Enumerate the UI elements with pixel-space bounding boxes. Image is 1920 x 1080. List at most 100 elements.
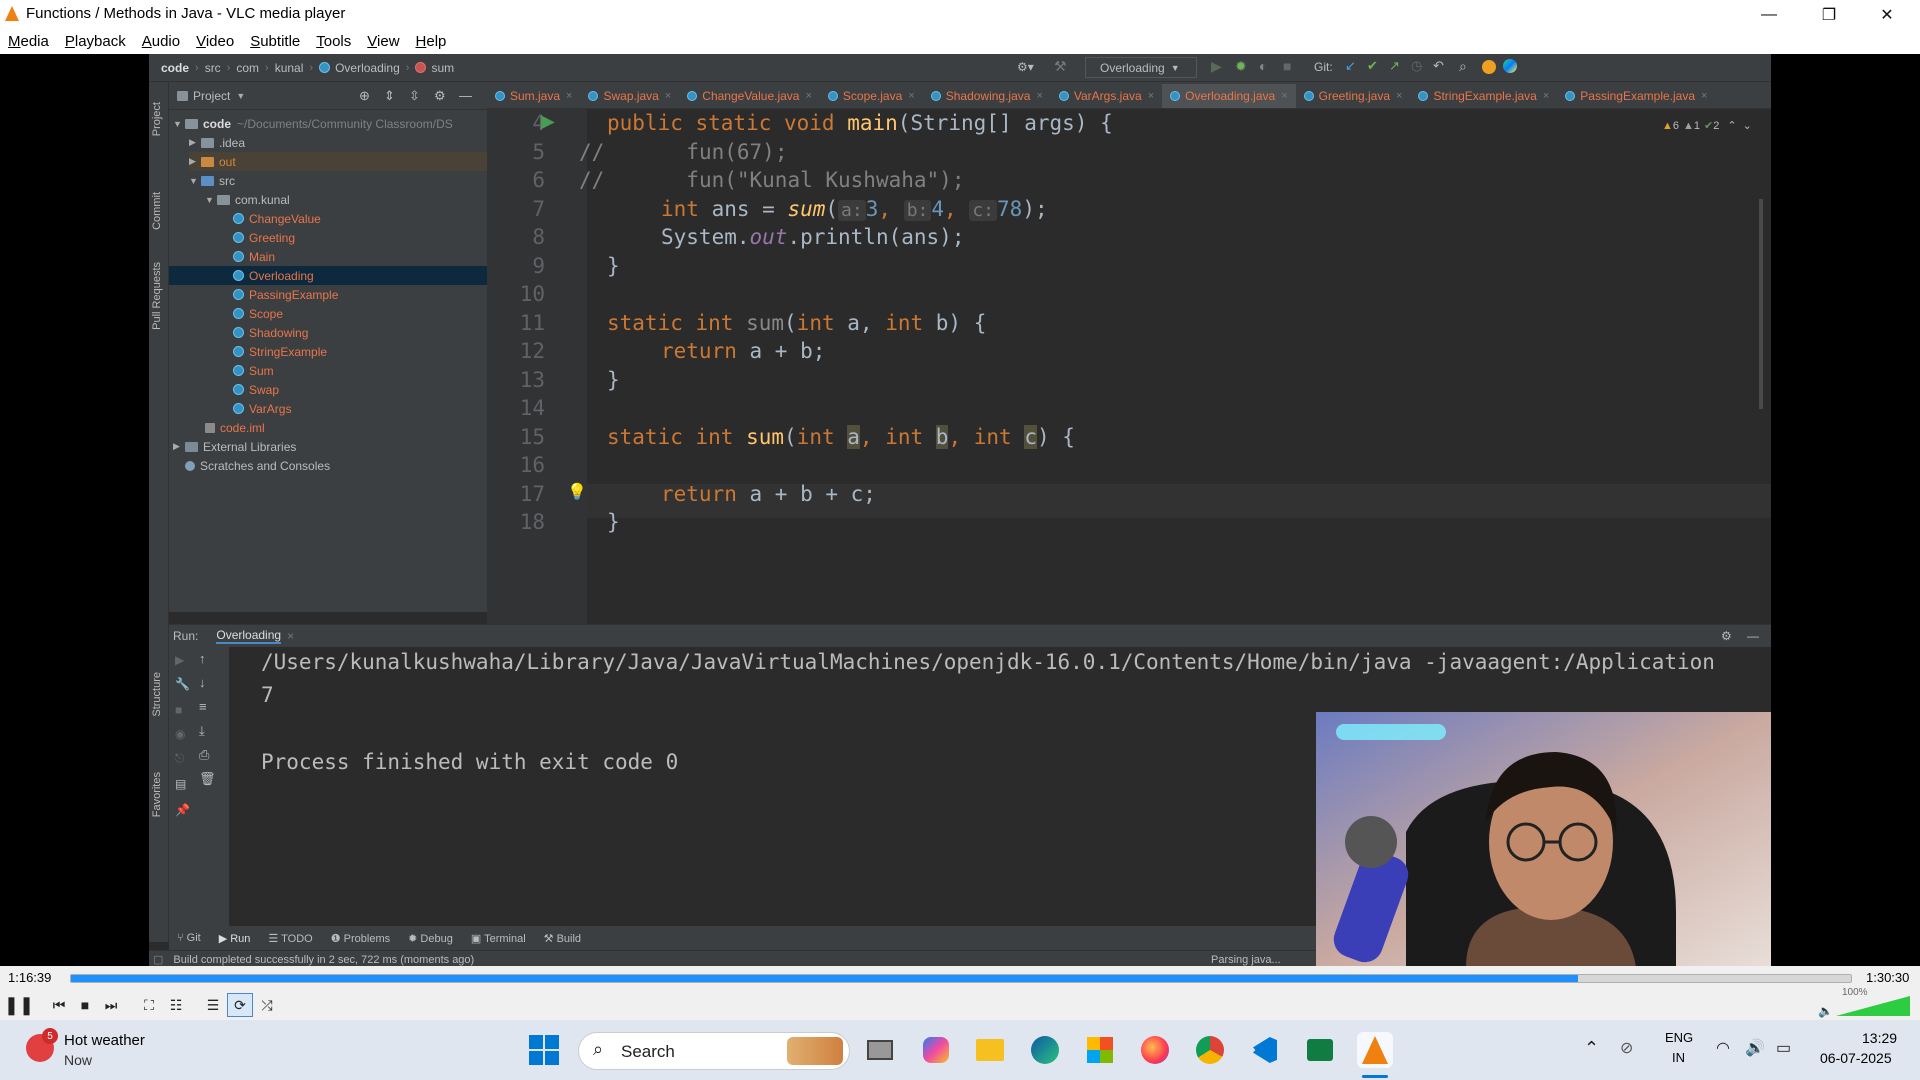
tree-class-shadowing[interactable]: Shadowing (233, 323, 308, 342)
extended-settings-button[interactable]: ☷ (163, 993, 189, 1017)
tool-project[interactable]: Project (151, 102, 163, 136)
loop-button[interactable]: ⟳ (227, 993, 253, 1017)
tree-item-external-libraries[interactable]: ▶ External Libraries (173, 437, 296, 456)
tree-root[interactable]: ▼ code ~/Documents/Community Classroom/DS (173, 114, 453, 133)
git-commit-icon[interactable]: ✔ (1367, 58, 1378, 74)
inspection-widget[interactable]: ▲ 6 ▲ 1 ✔ 2 ⌃ ⌄ (1662, 119, 1752, 133)
lightbulb-icon[interactable]: 💡 (567, 482, 587, 502)
tab-scope[interactable]: Scope.java × (820, 82, 923, 108)
next-button[interactable]: ⏭ (98, 993, 124, 1017)
language-primary[interactable]: ENG (1665, 1030, 1693, 1045)
editor-scrollbar[interactable] (1759, 199, 1763, 409)
tab-stringexample[interactable]: StringExample.java × (1410, 82, 1557, 108)
close-icon[interactable]: × (665, 90, 671, 102)
arrow-up-icon[interactable]: ↑ (199, 651, 206, 666)
pin-icon[interactable]: 📌 (175, 803, 190, 817)
print-icon[interactable]: ⎙ (199, 747, 209, 763)
tool-commit[interactable]: Commit (151, 192, 163, 230)
code-editor[interactable]: 4 5 6 7 8 9 10 11 12 13 14 15 16 17 18 ▶… (487, 109, 1771, 624)
tree-item-iml[interactable]: code.iml (205, 418, 265, 437)
wrench-icon[interactable]: 🔧 (175, 677, 190, 691)
git-update-icon[interactable]: ↙ (1345, 58, 1356, 74)
history-icon[interactable]: ◷ (1411, 58, 1422, 74)
bottom-tab-debug[interactable]: ✹ Debug (408, 932, 453, 945)
tree-class-overloading[interactable]: Overloading (169, 266, 487, 285)
update-icon[interactable] (1482, 60, 1496, 74)
tree-item-idea[interactable]: ▶ .idea (189, 133, 245, 152)
speaker-icon[interactable]: 🔈 (1818, 1004, 1833, 1018)
tab-greeting[interactable]: Greeting.java × (1296, 82, 1411, 108)
tab-overloading[interactable]: Overloading.java × (1162, 83, 1296, 108)
tree-class-main[interactable]: Main (233, 247, 275, 266)
battery-icon[interactable]: ▭ (1776, 1038, 1791, 1058)
debug-icon[interactable]: ✹ (1235, 58, 1247, 75)
previous-button[interactable]: ⏮ (46, 993, 72, 1017)
language-secondary[interactable]: IN (1672, 1050, 1685, 1065)
chevron-up-icon[interactable]: ⌃ (1584, 1038, 1599, 1059)
scroll-end-icon[interactable]: ⤓ (199, 723, 205, 739)
minimize-panel-icon[interactable]: — (1747, 629, 1759, 643)
copilot-icon[interactable] (918, 1032, 954, 1068)
close-icon[interactable]: × (805, 90, 811, 102)
stop-icon[interactable]: ■ (1283, 58, 1291, 74)
chart-app-icon[interactable] (1302, 1032, 1338, 1068)
chevron-up-icon[interactable]: ⌃ (1727, 119, 1736, 132)
coverage-icon[interactable]: ◐ (1259, 58, 1267, 74)
fullscreen-button[interactable]: ⛶ (136, 993, 162, 1017)
close-icon[interactable]: × (566, 90, 572, 102)
layout-icon[interactable]: ▤ (175, 777, 186, 791)
run-config-select[interactable]: Overloading ▼ (1085, 57, 1197, 78)
taskbar-search[interactable]: ⌕ Search (578, 1032, 850, 1070)
file-explorer-icon[interactable] (972, 1032, 1008, 1068)
close-icon[interactable]: × (1148, 90, 1154, 102)
breadcrumb-src[interactable]: src (205, 61, 221, 75)
volume-icon[interactable]: 🔊 (1745, 1038, 1765, 1058)
maximize-button[interactable]: ❐ (1800, 0, 1858, 29)
close-icon[interactable]: × (1701, 90, 1707, 102)
breadcrumb-kunal[interactable]: kunal (275, 61, 304, 75)
tree-item-package[interactable]: ▼ com.kunal (205, 190, 290, 209)
network-off-icon[interactable]: ⊘ (1620, 1038, 1633, 1058)
playlist-button[interactable]: ☰ (200, 993, 226, 1017)
soft-wrap-icon[interactable]: ≡ (199, 699, 207, 714)
menu-video[interactable]: Video (196, 33, 234, 50)
tree-class-greeting[interactable]: Greeting (233, 228, 295, 247)
tool-pull-requests[interactable]: Pull Requests (151, 262, 163, 330)
volume-slider[interactable] (1836, 996, 1910, 1016)
gear-icon[interactable]: ⚙ (434, 88, 446, 104)
project-label[interactable]: Project (193, 89, 230, 103)
search-icon[interactable]: ⌕ (1459, 58, 1467, 75)
chevron-down-icon[interactable]: ▼ (236, 91, 245, 101)
close-icon[interactable]: × (908, 90, 914, 102)
intellij-logo-icon[interactable] (1503, 59, 1517, 73)
tree-class-swap[interactable]: Swap (233, 380, 279, 399)
hide-icon[interactable]: — (459, 88, 472, 103)
tab-shadowing[interactable]: Shadowing.java × (923, 82, 1051, 108)
close-button[interactable]: ✕ (1858, 0, 1916, 29)
menu-help[interactable]: Help (416, 33, 447, 50)
tree-class-sum[interactable]: Sum (233, 361, 274, 380)
breadcrumb-sum[interactable]: sum (431, 61, 454, 75)
close-icon[interactable]: × (1543, 90, 1549, 102)
collapse-all-icon[interactable]: ⇳ (409, 88, 420, 104)
tab-sum[interactable]: Sum.java × (487, 82, 580, 108)
seek-slider[interactable] (70, 974, 1852, 983)
git-push-icon[interactable]: ↗ (1389, 58, 1400, 74)
tree-item-out[interactable]: ▶ out (189, 152, 487, 171)
tree-class-scope[interactable]: Scope (233, 304, 283, 323)
breadcrumb-com[interactable]: com (236, 61, 259, 75)
tree-item-src[interactable]: ▼ src (189, 171, 235, 190)
vscode-icon[interactable] (1247, 1032, 1283, 1068)
run-gutter-icon[interactable]: ▶ (541, 111, 555, 132)
tab-passingexample[interactable]: PassingExample.java × (1557, 82, 1715, 108)
stop-button[interactable]: ■ (72, 993, 98, 1017)
stop-icon[interactable]: ■ (175, 703, 182, 717)
clock-date[interactable]: 06-07-2025 (1820, 1050, 1892, 1066)
gear-icon[interactable]: ⚙ (1721, 629, 1732, 643)
trash-icon[interactable]: 🗑 (199, 771, 216, 787)
expand-all-icon[interactable]: ⇕ (384, 88, 395, 104)
close-icon[interactable]: × (1036, 90, 1042, 102)
chrome-icon[interactable] (1192, 1032, 1228, 1068)
menu-tools[interactable]: Tools (316, 33, 351, 50)
bottom-tab-build[interactable]: ⚒ Build (544, 932, 581, 945)
